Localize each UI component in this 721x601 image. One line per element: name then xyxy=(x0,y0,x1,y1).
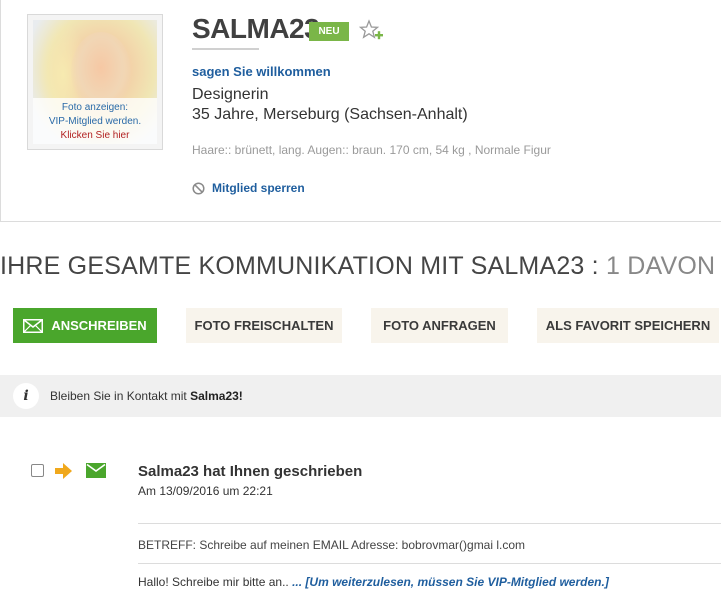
info-text-name: Salma23! xyxy=(190,389,243,403)
profile-attributes: Haare:: brünett, lang. Augen:: braun. 17… xyxy=(192,143,551,157)
message-preview: Hallo! Schreibe mir bitte an.. ... [Um w… xyxy=(138,575,609,589)
write-message-label: ANSCHREIBEN xyxy=(51,318,147,333)
block-member-row[interactable]: Mitglied sperren xyxy=(192,181,305,195)
unlock-photo-button[interactable]: FOTO FREISCHALTEN xyxy=(186,308,342,343)
username-divider xyxy=(192,48,259,50)
save-favorite-button[interactable]: ALS FAVORIT SPEICHERN xyxy=(537,308,719,343)
profile-username: SALMA23 xyxy=(192,13,320,44)
request-photo-button[interactable]: FOTO ANFRAGEN xyxy=(371,308,508,343)
incoming-arrow-icon xyxy=(55,463,72,479)
vip-upgrade-link[interactable]: ... [Um weiterzulesen, müssen Sie VIP-Mi… xyxy=(292,575,609,589)
communication-heading-text: IHRE GESAMTE KOMMUNIKATION MIT SALMA23 : xyxy=(0,252,599,280)
info-icon: i xyxy=(13,383,39,409)
write-message-button[interactable]: ANSCHREIBEN xyxy=(13,308,157,343)
info-text-prefix: Bleiben Sie in Kontakt mit xyxy=(50,389,187,403)
message-divider xyxy=(138,523,721,524)
photo-overlay-line2: VIP-Mitglied werden. xyxy=(48,116,142,127)
envelope-icon xyxy=(23,318,44,333)
star-plus-icon[interactable] xyxy=(359,19,385,45)
message-divider-2 xyxy=(138,563,721,564)
message-subject: BETREFF: Schreibe auf meinen EMAIL Adres… xyxy=(138,538,526,552)
profile-age-location: 35 Jahre, Merseburg (Sachsen-Anhalt) xyxy=(192,106,468,123)
communication-heading: IHRE GESAMTE KOMMUNIKATION MIT SALMA23 :… xyxy=(0,252,721,281)
photo-overlay-line1: Foto anzeigen: xyxy=(61,102,129,113)
message-title[interactable]: Salma23 hat Ihnen geschrieben xyxy=(138,463,362,480)
profile-occupation: Designerin xyxy=(192,86,269,103)
communication-count: 1 DAVON 0 xyxy=(606,252,721,280)
block-icon xyxy=(192,181,205,195)
message-envelope-icon xyxy=(86,463,106,478)
profile-photo-image[interactable]: Foto anzeigen: VIP-Mitglied werden. Klic… xyxy=(33,20,157,144)
new-badge: NEU xyxy=(309,22,349,41)
profile-card: Foto anzeigen: VIP-Mitglied werden. Klic… xyxy=(0,0,721,222)
profile-photo[interactable]: Foto anzeigen: VIP-Mitglied werden. Klic… xyxy=(27,14,163,150)
info-bar: i Bleiben Sie in Kontakt mit Salma23! xyxy=(0,375,721,417)
message-select-checkbox[interactable] xyxy=(31,464,44,477)
message-date: Am 13/09/2016 um 22:21 xyxy=(138,484,273,498)
photo-vip-overlay[interactable]: Foto anzeigen: VIP-Mitglied werden. Klic… xyxy=(33,98,157,144)
info-text: Bleiben Sie in Kontakt mit Salma23! xyxy=(50,389,243,403)
welcome-link[interactable]: sagen Sie willkommen xyxy=(192,64,331,79)
photo-overlay-click-link[interactable]: Klicken Sie hier xyxy=(33,129,157,143)
block-member-link[interactable]: Mitglied sperren xyxy=(212,181,305,195)
message-preview-text: Hallo! Schreibe mir bitte an.. xyxy=(138,575,289,589)
